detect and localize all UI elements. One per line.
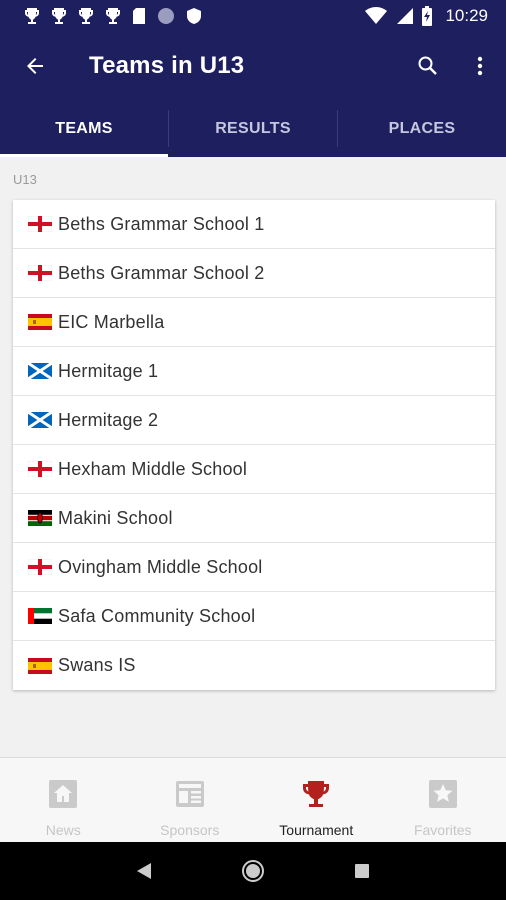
tab-places[interactable]: PLACES	[338, 100, 506, 157]
star-icon	[428, 780, 457, 808]
nav-sponsors[interactable]: Sponsors	[127, 758, 254, 842]
nav-label: Sponsors	[160, 822, 220, 838]
kenya-flag-icon	[28, 510, 52, 526]
section-header: U13	[13, 172, 37, 187]
team-name: Hermitage 1	[58, 360, 159, 381]
wifi-icon	[365, 7, 388, 24]
trophy-icon	[52, 8, 66, 24]
scotland-flag-icon	[28, 363, 52, 379]
nav-label: Tournament	[279, 822, 354, 838]
status-time: 10:29	[445, 6, 488, 25]
circle-home-icon	[241, 860, 264, 882]
nav-label: Favorites	[413, 822, 472, 838]
team-name: Beths Grammar School 1	[58, 213, 265, 234]
team-row[interactable]: Beths Grammar School 1	[13, 200, 495, 249]
search-icon	[418, 56, 437, 75]
signal-icon	[397, 8, 414, 24]
page-title: Teams in U13	[89, 52, 245, 79]
team-list: Beths Grammar School 1 Beths Grammar Sch…	[13, 200, 495, 690]
england-flag-icon	[28, 559, 52, 575]
bottom-navigation: News Sponsors Tournament Favorites	[0, 757, 506, 842]
team-row[interactable]: Safa Community School	[13, 592, 495, 641]
team-row[interactable]: Swans IS	[13, 641, 495, 690]
england-flag-icon	[28, 265, 52, 281]
sim-card-icon	[133, 8, 145, 24]
more-vert-icon	[477, 56, 483, 76]
system-navigation-bar	[0, 842, 506, 900]
uae-flag-icon	[28, 608, 52, 624]
arrow-back-icon	[27, 58, 43, 74]
search-button[interactable]	[408, 46, 448, 86]
nav-label: News	[45, 822, 81, 838]
team-name: EIC Marbella	[58, 311, 165, 332]
team-row[interactable]: Makini School	[13, 494, 495, 543]
nav-tournament[interactable]: Tournament	[253, 758, 380, 842]
spain-flag-icon	[28, 657, 52, 674]
spain-flag-icon	[28, 314, 52, 330]
team-name: Beths Grammar School 2	[58, 262, 265, 283]
trophy-icon	[106, 8, 120, 24]
nav-favorites[interactable]: Favorites	[380, 758, 506, 842]
team-row[interactable]: Hermitage 2	[13, 396, 495, 445]
team-name: Hermitage 2	[58, 409, 159, 430]
nav-news[interactable]: News	[0, 758, 127, 842]
status-bar: 10:29	[0, 0, 506, 32]
shield-icon	[187, 8, 201, 24]
team-row[interactable]: Beths Grammar School 2	[13, 249, 495, 298]
trophy-icon	[303, 781, 330, 807]
system-icons: 10:29	[365, 6, 488, 26]
home-icon	[49, 780, 78, 808]
england-flag-icon	[28, 461, 52, 477]
team-name: Swans IS	[58, 655, 136, 675]
circle-icon	[158, 8, 174, 24]
england-flag-icon	[28, 216, 52, 232]
toolbar: Teams in U13	[0, 32, 506, 100]
team-row[interactable]: EIC Marbella	[13, 298, 495, 347]
team-name: Hexham Middle School	[58, 458, 248, 479]
scotland-flag-icon	[28, 412, 52, 428]
team-name: Makini School	[58, 507, 173, 528]
back-button[interactable]	[15, 46, 55, 86]
team-row[interactable]: Ovingham Middle School	[13, 543, 495, 592]
tab-teams[interactable]: TEAMS	[0, 100, 168, 157]
system-home-button[interactable]	[238, 856, 268, 886]
newspaper-icon	[175, 781, 204, 807]
tab-bar: TEAMS RESULTS PLACES	[0, 100, 506, 157]
more-options-button[interactable]	[460, 46, 500, 86]
square-recents-icon	[354, 864, 369, 878]
team-row[interactable]: Hexham Middle School	[13, 445, 495, 494]
triangle-back-icon	[137, 863, 152, 879]
tab-results[interactable]: RESULTS	[169, 100, 337, 157]
system-back-button[interactable]	[129, 856, 159, 886]
battery-icon	[422, 6, 433, 26]
trophy-icon	[79, 8, 93, 24]
team-name: Safa Community School	[58, 605, 256, 626]
team-row[interactable]: Hermitage 1	[13, 347, 495, 396]
system-recents-button[interactable]	[347, 856, 377, 886]
trophy-icon	[25, 8, 39, 24]
app-bar: 10:29 Teams in U13 TEAMS RESULTS PLACES	[0, 0, 506, 157]
team-name: Ovingham Middle School	[58, 556, 263, 577]
notification-icons	[24, 7, 202, 25]
